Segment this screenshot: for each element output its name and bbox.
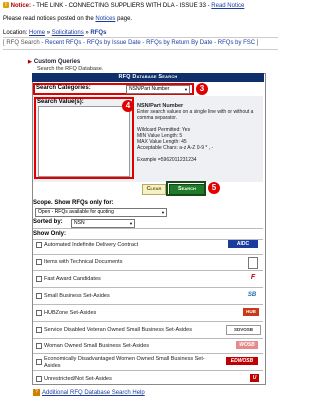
search-values-textarea[interactable]	[38, 106, 130, 177]
option-label-edwosb: Economically Disadvantaged Women Owned S…	[44, 356, 205, 369]
option-label-aidc: Automated Indefinite Delivery Contract	[44, 242, 139, 248]
help-line: Enter search values on a single line wit…	[137, 109, 254, 121]
search-values-label: Search Value(s):	[37, 99, 84, 105]
checkbox-unrestricted[interactable]	[36, 376, 42, 382]
hubzone-icon: HUB	[243, 308, 259, 316]
annotation-badge-5: 5	[208, 182, 220, 194]
edwosb-logo: EDWOSB	[226, 357, 258, 365]
arrow-right-icon: ▶	[28, 59, 32, 65]
notice-bar: ! Notice: - THE LINK - CONNECTING SUPPLI…	[3, 2, 278, 10]
divider	[33, 353, 263, 354]
notices-message-tail: page.	[115, 16, 133, 22]
breadcrumb: Location: Home » Solicitations » RFQs	[3, 30, 106, 36]
custom-queries-subtitle: Search the RFQ Database.	[37, 66, 104, 72]
breadcrumb-home[interactable]: Home	[29, 30, 45, 36]
breadcrumb-solicitations[interactable]: Solicitations	[52, 30, 84, 36]
small-business-icon: SB	[247, 292, 257, 298]
checkbox-edwosb[interactable]	[36, 359, 42, 365]
warning-icon: !	[3, 2, 9, 8]
search-help-text: NSN/Part Number Enter search values on a…	[137, 103, 259, 163]
fast-award-icon: F	[250, 274, 256, 281]
category-select[interactable]: NSN/Part Number ▼	[126, 85, 190, 94]
annotation-badge-3: 3	[196, 83, 208, 95]
checkbox-tech-docs[interactable]	[36, 259, 42, 265]
panel-header-text: RFQ Database Search	[118, 74, 178, 80]
checkbox-wosb[interactable]	[36, 343, 42, 349]
nav-rfqs-by-return-date[interactable]: RFQs by Return By Date	[146, 40, 212, 46]
breadcrumb-prefix: Location:	[3, 30, 30, 36]
notices-link[interactable]: Notices	[95, 16, 115, 22]
notices-message-text: Please read notices posted on the	[3, 16, 96, 22]
help-line: Example =5962011231234	[137, 157, 197, 163]
notice-label: Notice:	[10, 3, 32, 9]
panel-header: RFQ Database Search	[32, 73, 264, 82]
chevron-down-icon: ▼	[129, 221, 133, 226]
scope-label: Scope. Show RFQs only for:	[33, 200, 114, 206]
divider	[33, 321, 263, 322]
help-icon: ?	[33, 389, 40, 396]
checkbox-sdvosb[interactable]	[36, 327, 42, 333]
option-label-unrestricted: Unrestricted/Not Set-Asides	[44, 376, 112, 382]
document-icon	[248, 257, 258, 269]
show-only-label: Show Only:	[33, 231, 66, 237]
breadcrumb-rfqs: RFQs	[90, 30, 107, 36]
clear-button-label: Clear	[146, 186, 162, 192]
checkbox-fast-award[interactable]	[36, 276, 42, 282]
category-select-value: NSN/Part Number	[129, 86, 170, 92]
wosb-logo: WOSB	[236, 341, 258, 349]
help-footer: ? Additional RFQ Database Search Help	[33, 389, 145, 396]
search-button[interactable]: Search	[169, 184, 205, 195]
nav-recent-rfqs[interactable]: Recent RFQs	[45, 40, 81, 46]
unrestricted-icon: U	[250, 374, 259, 382]
divider	[33, 254, 263, 255]
rfq-nav-links: [ RFQ Search - Recent RFQs - RFQs by Iss…	[3, 40, 279, 46]
notices-message: Please read notices posted on the Notice…	[3, 16, 132, 22]
notice-text: - THE LINK - CONNECTING SUPPLIERS WITH D…	[31, 3, 212, 9]
custom-queries-title: ▶ Custom Queries	[28, 59, 80, 65]
option-label-fast-award: Fast Award Candidates	[44, 276, 101, 282]
checkbox-hubzone[interactable]	[36, 310, 42, 316]
annotation-badge-4: 4	[122, 100, 134, 112]
scope-select[interactable]: Open - RFQs available for quoting ▼	[35, 208, 167, 217]
nav-bracket-close: ]	[255, 40, 259, 46]
nav-rfqs-by-issue-date[interactable]: RFQs by Issue Date	[87, 40, 141, 46]
option-label-small-business: Small Business Set-Asides	[44, 293, 110, 299]
sorted-by-value: NSN	[74, 220, 85, 226]
option-label-tech-docs: Items with Technical Documents	[44, 259, 123, 265]
help-line: Acceptable Chars: a-z A-Z 0-9 * , -	[137, 145, 214, 151]
divider	[33, 287, 263, 288]
clear-button[interactable]: Clear	[142, 184, 166, 195]
option-label-sdvosb: Service Disabled Veteran Owned Small Bus…	[44, 327, 192, 333]
checkbox-aidc[interactable]	[36, 242, 42, 248]
search-button-label: Search	[178, 186, 196, 192]
divider	[33, 304, 263, 305]
search-categories-label: Search Categories:	[36, 85, 91, 91]
checkbox-small-business[interactable]	[36, 293, 42, 299]
chevron-down-icon: ▼	[161, 210, 165, 215]
divider	[33, 338, 263, 339]
divider	[3, 49, 278, 50]
sorted-by-label: Sorted by:	[33, 219, 63, 225]
option-label-hubzone: HUBZone Set-Asides	[44, 310, 97, 316]
nav-rfqs-by-fsc[interactable]: RFQs by FSC	[218, 40, 255, 46]
read-notice-link[interactable]: Read Notice	[211, 3, 244, 9]
nav-rfq-search: RFQ Search	[6, 40, 40, 46]
sorted-by-select[interactable]: NSN ▼	[71, 219, 135, 228]
additional-help-link[interactable]: Additional RFQ Database Search Help	[42, 390, 145, 396]
divider	[33, 370, 263, 371]
custom-queries-title-text: Custom Queries	[33, 59, 81, 65]
divider	[3, 37, 278, 38]
option-label-wosb: Woman Owned Small Business Set-Asides	[44, 343, 150, 349]
sdvosb-logo: SDVOSB	[226, 325, 261, 335]
scope-select-value: Open - RFQs available for quoting	[38, 209, 114, 215]
divider	[33, 228, 263, 229]
divider	[33, 270, 263, 271]
aidc-logo: AIDC	[228, 240, 258, 248]
chevron-down-icon: ▼	[184, 87, 188, 92]
breadcrumb-sep: »	[45, 30, 52, 36]
